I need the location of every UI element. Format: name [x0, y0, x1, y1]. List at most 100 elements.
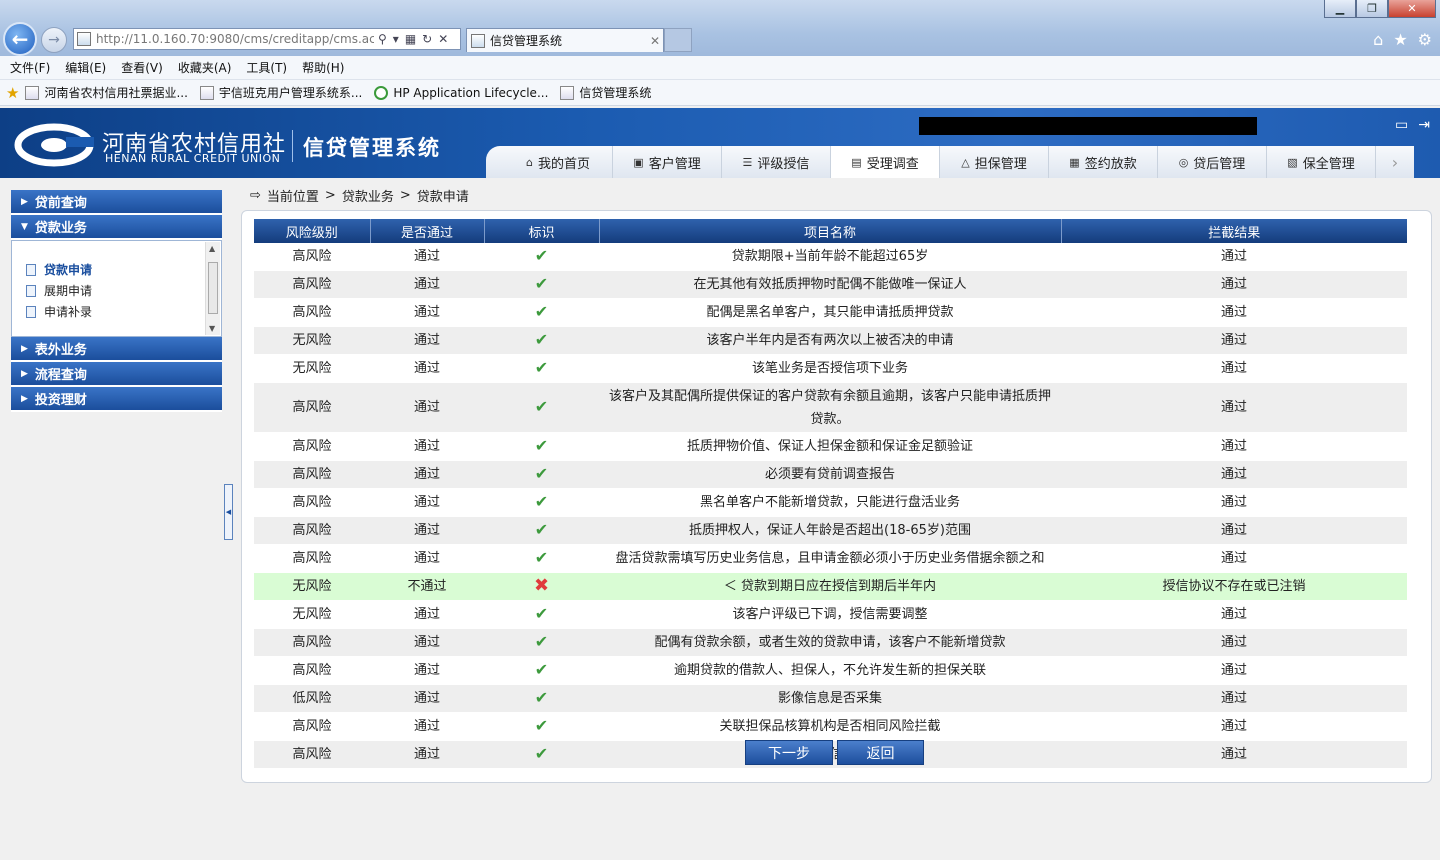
stop-icon[interactable]: ✕ [438, 32, 448, 46]
pass-cell: 通过 [370, 684, 484, 713]
scroll-up-icon[interactable]: ▲ [209, 244, 215, 253]
app-header: 河南省农村信用社 HENAN RURAL CREDIT UNION 信贷管理系统… [0, 108, 1440, 178]
favorite-label: 信贷管理系统 [579, 86, 652, 100]
search-icon[interactable]: ⚲ [378, 32, 387, 46]
result-cell: 通过 [1061, 544, 1407, 573]
refresh-icon[interactable]: ↻ [422, 32, 432, 46]
caret-right-icon: ▶ [21, 343, 28, 354]
favorite-hp-icon [374, 85, 389, 100]
tab-home[interactable]: ⌂ 我的首页 [504, 146, 613, 178]
checkmark-icon: ✔ [534, 464, 549, 483]
monitor-icon[interactable]: ▭ [1395, 117, 1408, 133]
back-arrow-icon[interactable]: ← [3, 22, 37, 56]
sidebar-section-offbalance[interactable]: ▶ 表外业务 [11, 337, 222, 362]
tab-label: 评级授信 [757, 156, 810, 172]
result-cell: 通过 [1061, 270, 1407, 299]
guarantee-icon: △ [961, 155, 970, 169]
next-step-button[interactable]: 下一步 [745, 740, 833, 765]
checkmark-icon: ✔ [534, 604, 549, 623]
pass-cell: 通过 [370, 243, 484, 271]
column-header: 项目名称 [599, 219, 1062, 243]
sidebar-scrollbar[interactable]: ▲ ▼ [205, 242, 220, 335]
menu-tools[interactable]: 工具(T) [246, 59, 287, 76]
menu-favorites[interactable]: 收藏夹(A) [178, 59, 232, 76]
forward-arrow-icon[interactable]: → [41, 27, 67, 53]
menu-edit[interactable]: 编辑(E) [65, 59, 106, 76]
checkmark-icon: ✔ [534, 548, 549, 567]
favorite-page-icon [560, 85, 575, 100]
favorite-label: 河南省农村信用社票据业... [44, 86, 188, 100]
address-text[interactable]: http://11.0.160.70:9080/cms/creditapp/cm… [96, 32, 374, 46]
risk-cell: 高风险 [254, 382, 370, 433]
back-button[interactable]: 返回 [837, 740, 924, 765]
address-bar[interactable]: http://11.0.160.70:9080/cms/creditapp/cm… [73, 28, 461, 50]
name-cell: 该客户及其配偶所提供保证的客户贷款有余额且逾期，该客户只能申请抵质押贷款。 [599, 382, 1061, 433]
tab-postloan[interactable]: ◎ 贷后管理 [1158, 146, 1267, 178]
risk-cell: 高风险 [254, 544, 370, 573]
mark-cell: ✔ [484, 684, 599, 713]
mark-cell: ✔ [484, 298, 599, 327]
home-icon[interactable]: ⌂ [1373, 30, 1383, 49]
close-window-icon[interactable]: ✕ [1388, 0, 1436, 18]
name-cell: 配偶是黑名单客户，其只能申请抵质押贷款 [599, 298, 1061, 327]
scroll-thumb[interactable] [208, 262, 218, 314]
new-tab-button[interactable] [664, 28, 692, 52]
sidebar-item-supplement[interactable]: 申请补录 [12, 301, 221, 322]
pass-cell: 通过 [370, 544, 484, 573]
logout-icon[interactable]: ⇥ [1418, 117, 1430, 133]
scroll-down-icon[interactable]: ▼ [209, 324, 215, 333]
nav-more-chevron-icon[interactable]: › [1376, 146, 1414, 178]
result-cell: 通过 [1061, 712, 1407, 741]
sidebar-collapse-handle[interactable]: ◀ [224, 484, 233, 540]
tab-favicon-icon [471, 33, 485, 48]
table-row: 高风险 通过 ✔ 黑名单客户不能新增贷款，只能进行盘活业务 通过 [254, 488, 1407, 517]
favorites-star-icon[interactable]: ★ [1393, 30, 1407, 49]
pass-cell: 通过 [370, 516, 484, 545]
settings-gear-icon[interactable]: ⚙ [1418, 30, 1432, 49]
name-cell: 贷款期限+当前年龄不能超过65岁 [599, 243, 1061, 271]
sidebar-section-investment[interactable]: ▶ 投资理财 [11, 387, 222, 412]
browser-tab[interactable]: 信贷管理系统 ✕ [466, 28, 664, 52]
dropdown-icon[interactable]: ▾ [393, 32, 399, 46]
pass-cell: 通过 [370, 740, 484, 769]
tab-survey[interactable]: ▤ 受理调查 [831, 146, 940, 178]
favorite-label: HP Application Lifecycle... [393, 85, 549, 100]
minimize-icon[interactable]: ▁ [1324, 0, 1356, 18]
favorite-link[interactable]: 河南省农村信用社票据业... [25, 84, 188, 101]
pass-cell: 通过 [370, 432, 484, 461]
checkmark-icon: ✔ [534, 688, 549, 707]
sidebar-item-extension-apply[interactable]: 展期申请 [12, 280, 221, 301]
menu-file[interactable]: 文件(F) [10, 59, 50, 76]
column-header: 是否通过 [370, 219, 485, 243]
compat-view-icon[interactable]: ▦ [405, 32, 416, 46]
tab-contract[interactable]: ▦ 签约放款 [1049, 146, 1158, 178]
tab-close-icon[interactable]: ✕ [650, 34, 660, 48]
checkmark-icon: ✔ [534, 520, 549, 539]
favorite-link[interactable]: 信贷管理系统 [560, 84, 651, 101]
sidebar: ▶ 贷前查询 ▼ 贷款业务 贷款申请 展期申请 申请补录 ▲ ▼ ▶ 表外业务 ▶ 流程… [11, 190, 222, 412]
mark-cell: ✔ [484, 354, 599, 383]
mark-cell: ✔ [484, 382, 599, 433]
result-cell: 通过 [1061, 382, 1407, 433]
mark-cell: ✔ [484, 516, 599, 545]
table-row: 高风险 通过 ✔ 关联担保品核算机构是否相同风险拦截 通过 [254, 712, 1407, 741]
menu-view[interactable]: 查看(V) [121, 59, 163, 76]
sidebar-section-pre-query[interactable]: ▶ 贷前查询 [11, 190, 222, 215]
sidebar-section-process-query[interactable]: ▶ 流程查询 [11, 362, 222, 387]
menu-help[interactable]: 帮助(H) [302, 59, 344, 76]
add-favorite-star-icon[interactable]: ★ [6, 84, 19, 102]
tab-rating[interactable]: ☰ 评级授信 [722, 146, 831, 178]
tab-guarantee[interactable]: △ 担保管理 [940, 146, 1049, 178]
favorite-link[interactable]: HP Application Lifecycle... [374, 85, 549, 100]
favorite-link[interactable]: 宇信班克用户管理系统系... [199, 84, 362, 101]
document-icon [26, 305, 36, 318]
mark-cell: ✔ [484, 628, 599, 657]
table-row: 高风险 通过 ✔ 贷款期限+当前年龄不能超过65岁 通过 [254, 243, 1407, 271]
checkmark-icon: ✔ [534, 436, 549, 455]
sidebar-item-loan-apply[interactable]: 贷款申请 [12, 259, 221, 280]
maximize-icon[interactable]: ❐ [1356, 0, 1388, 18]
tab-customer[interactable]: ▣ 客户管理 [613, 146, 722, 178]
tab-preserve[interactable]: ▧ 保全管理 [1267, 146, 1376, 178]
section-label: 流程查询 [34, 368, 87, 383]
sidebar-section-loan-business[interactable]: ▼ 贷款业务 [11, 215, 222, 240]
